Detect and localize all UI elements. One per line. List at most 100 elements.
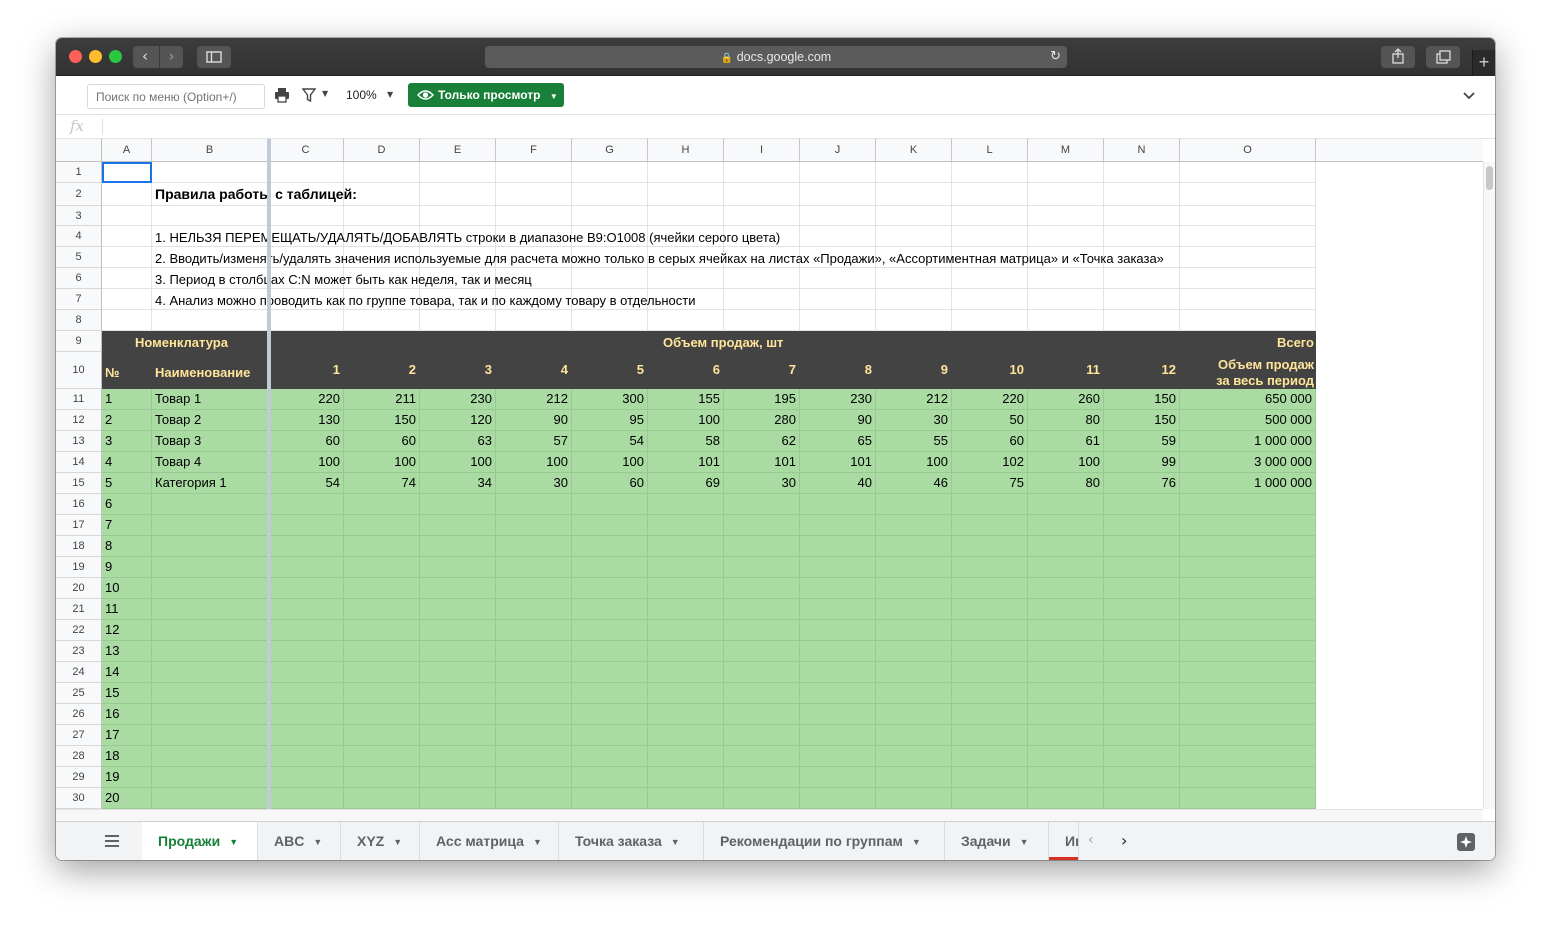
row-number-cell[interactable]: 20	[105, 788, 119, 808]
period-value-cell[interactable]: 150	[1104, 389, 1176, 409]
sheet-tab-7[interactable]: Задачи ▼	[945, 822, 1049, 860]
row-name-cell[interactable]: Товар 4	[155, 452, 201, 472]
close-window-button[interactable]	[69, 50, 82, 63]
row-header-6[interactable]: 6	[56, 268, 102, 289]
period-value-cell[interactable]: 280	[724, 410, 796, 430]
sheet-tab-6[interactable]: Рекомендации по группам ▼	[704, 822, 945, 860]
share-button[interactable]	[1381, 46, 1415, 68]
row-number-cell[interactable]: 3	[105, 431, 112, 451]
chevron-down-icon[interactable]: ▼	[533, 837, 542, 847]
period-value-cell[interactable]: 54	[572, 431, 644, 451]
row-number-cell[interactable]: 1	[105, 389, 112, 409]
tabs-overview-button[interactable]	[1426, 46, 1460, 68]
row-header-18[interactable]: 18	[56, 536, 102, 557]
row-header-8[interactable]: 8	[56, 310, 102, 331]
period-value-cell[interactable]: 59	[1104, 431, 1176, 451]
period-value-cell[interactable]: 150	[344, 410, 416, 430]
period-value-cell[interactable]: 65	[800, 431, 872, 451]
row-header-19[interactable]: 19	[56, 557, 102, 578]
row-header-20[interactable]: 20	[56, 578, 102, 599]
row-number-cell[interactable]: 17	[105, 725, 119, 745]
period-value-cell[interactable]: 260	[1028, 389, 1100, 409]
chevron-down-icon[interactable]: ▼	[912, 837, 921, 847]
period-value-cell[interactable]: 95	[572, 410, 644, 430]
row-header-22[interactable]: 22	[56, 620, 102, 641]
period-value-cell[interactable]: 211	[344, 389, 416, 409]
period-value-cell[interactable]: 212	[876, 389, 948, 409]
vertical-scrollbar[interactable]	[1483, 162, 1495, 809]
period-value-cell[interactable]: 100	[572, 452, 644, 472]
sheet-tab-2[interactable]: ABC ▼	[258, 822, 341, 860]
row-header-23[interactable]: 23	[56, 641, 102, 662]
row-header-30[interactable]: 30	[56, 788, 102, 809]
row-number-cell[interactable]: 18	[105, 746, 119, 766]
period-value-cell[interactable]: 100	[344, 452, 416, 472]
period-value-cell[interactable]: 90	[800, 410, 872, 430]
row-header-17[interactable]: 17	[56, 515, 102, 536]
period-value-cell[interactable]: 102	[952, 452, 1024, 472]
column-header-a[interactable]: A	[102, 139, 152, 162]
period-value-cell[interactable]: 40	[800, 473, 872, 493]
row-header-13[interactable]: 13	[56, 431, 102, 452]
period-value-cell[interactable]: 100	[1028, 452, 1100, 472]
chevron-down-icon[interactable]: ▼	[671, 837, 680, 847]
column-header-i[interactable]: I	[724, 139, 800, 162]
period-value-cell[interactable]: 30	[496, 473, 568, 493]
period-value-cell[interactable]: 76	[1104, 473, 1176, 493]
filter-icon[interactable]	[302, 88, 316, 102]
column-header-n[interactable]: N	[1104, 139, 1180, 162]
period-value-cell[interactable]: 230	[800, 389, 872, 409]
column-header-f[interactable]: F	[496, 139, 572, 162]
row-header-5[interactable]: 5	[56, 247, 102, 268]
tab-scroll-left-icon[interactable]: ‹	[1088, 832, 1094, 848]
period-value-cell[interactable]: 300	[572, 389, 644, 409]
minimize-window-button[interactable]	[89, 50, 102, 63]
chevron-down-icon[interactable]: ▼	[393, 837, 402, 847]
period-value-cell[interactable]: 50	[952, 410, 1024, 430]
period-value-cell[interactable]: 230	[420, 389, 492, 409]
period-value-cell[interactable]: 100	[876, 452, 948, 472]
period-value-cell[interactable]: 63	[420, 431, 492, 451]
period-value-cell[interactable]: 46	[876, 473, 948, 493]
period-value-cell[interactable]: 150	[1104, 410, 1176, 430]
row-header-28[interactable]: 28	[56, 746, 102, 767]
period-value-cell[interactable]: 220	[952, 389, 1024, 409]
frozen-columns-divider[interactable]	[267, 139, 271, 821]
period-value-cell[interactable]: 60	[268, 431, 340, 451]
address-bar[interactable]: 🔒 docs.google.com ↻	[485, 46, 1067, 68]
chevron-down-icon[interactable]: ▼	[229, 837, 238, 847]
formula-input[interactable]	[111, 115, 1481, 138]
row-number-cell[interactable]: 10	[105, 578, 119, 598]
column-header-b[interactable]: B	[152, 139, 268, 162]
period-value-cell[interactable]: 80	[1028, 410, 1100, 430]
sheet-tab-8[interactable]: Ин	[1049, 822, 1079, 860]
chevron-right-icon[interactable]: ›	[159, 46, 183, 68]
period-value-cell[interactable]: 120	[420, 410, 492, 430]
period-value-cell[interactable]: 60	[952, 431, 1024, 451]
row-header-1[interactable]: 1	[56, 162, 102, 183]
period-value-cell[interactable]: 130	[268, 410, 340, 430]
row-header-4[interactable]: 4	[56, 226, 102, 247]
period-value-cell[interactable]: 60	[572, 473, 644, 493]
column-header-d[interactable]: D	[344, 139, 420, 162]
spreadsheet-grid[interactable]: ABCDEFGHIJKLMNO 1 2 3 4 5 6 7 8 9 10 11 12 13 14 15 16 1…	[56, 139, 1495, 821]
period-value-cell[interactable]: 57	[496, 431, 568, 451]
period-value-cell[interactable]: 69	[648, 473, 720, 493]
sheet-tab-3[interactable]: XYZ ▼	[341, 822, 420, 860]
column-header-g[interactable]: G	[572, 139, 648, 162]
filter-dropdown-caret[interactable]: ▼	[322, 89, 328, 98]
row-number-cell[interactable]: 11	[105, 599, 119, 619]
row-header-12[interactable]: 12	[56, 410, 102, 431]
column-header-l[interactable]: L	[952, 139, 1028, 162]
zoom-select[interactable]: 100%	[346, 88, 377, 102]
period-value-cell[interactable]: 62	[724, 431, 796, 451]
column-header-m[interactable]: M	[1028, 139, 1104, 162]
period-value-cell[interactable]: 30	[724, 473, 796, 493]
period-value-cell[interactable]: 101	[800, 452, 872, 472]
row-number-cell[interactable]: 9	[105, 557, 112, 577]
period-value-cell[interactable]: 101	[724, 452, 796, 472]
view-only-button[interactable]: Только просмотр ▼	[408, 83, 564, 107]
period-value-cell[interactable]: 195	[724, 389, 796, 409]
row-number-cell[interactable]: 13	[105, 641, 119, 661]
row-number-cell[interactable]: 6	[105, 494, 112, 514]
